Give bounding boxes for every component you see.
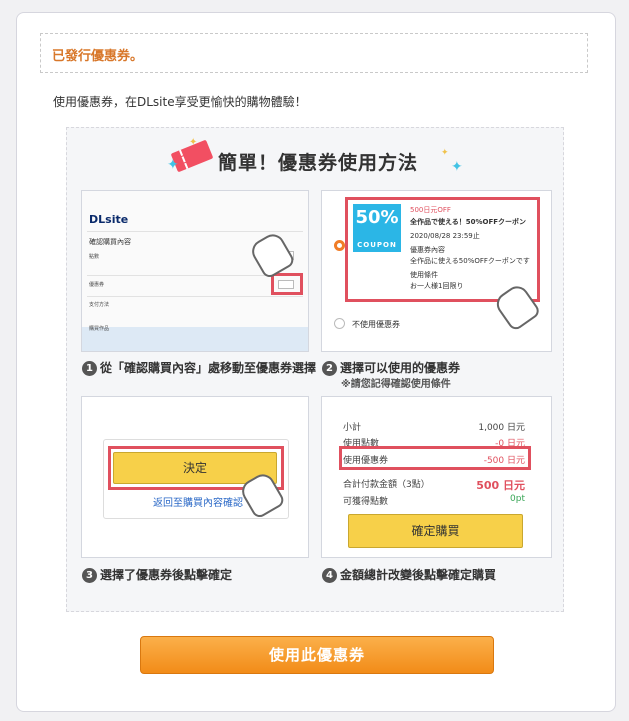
coupon-discount: 500日元OFF	[410, 206, 451, 214]
sparkle-icon: ✦	[167, 157, 179, 173]
mini-section-title: 確認購買內容	[89, 238, 131, 246]
coupon-content: 全作品に使える50%OFFクーポンです	[410, 257, 530, 265]
coupon-radio-selected	[334, 240, 345, 251]
summary-row: 可獲得點數 0pt	[343, 494, 525, 507]
dlsite-logo: DLsite	[89, 213, 129, 226]
summary-row: 小計 1,000 日元	[343, 423, 525, 433]
coupon-badge: 50% COUPON	[353, 204, 401, 252]
no-coupon-radio	[334, 318, 345, 329]
mini-back-link: 返回至購買內容確認	[153, 498, 243, 509]
mini-confirm-button: 確定購買	[348, 514, 523, 548]
notice-text: 已發行優惠券。	[52, 49, 144, 64]
mini-row-label: 支付方法	[89, 302, 110, 308]
summary-row: 合計付款金額（3點） 500 日元	[343, 479, 525, 492]
step1-label: 1 從「確認購買內容」處移動至優惠券選擇	[82, 359, 316, 376]
step4-label: 4 金額總計改變後點擊確定購買	[322, 566, 496, 583]
sparkle-icon: ✦	[441, 148, 449, 158]
coupon-content-label: 優惠券內容	[410, 246, 445, 254]
coupon-expiry: 2020/08/28 23:59止	[410, 232, 480, 240]
mini-row-label: 點數	[89, 254, 100, 260]
coupon-title: 全作品で使える！50%OFFクーポン	[410, 218, 527, 226]
step2-note: ※請您記得確認使用條件	[341, 379, 451, 390]
mini-footer-label: 購買作品	[89, 326, 110, 332]
coupon-condition-label: 使用條件	[410, 271, 438, 279]
step2-label: 2 選擇可以使用的優惠券	[322, 359, 460, 376]
highlight-box	[271, 273, 303, 295]
intro-text: 使用優惠券，在DLsite享受更愉快的購物體驗！	[53, 95, 307, 109]
coupon-issued-notice: 已發行優惠券。	[40, 33, 588, 73]
mini-row-label: 優惠券	[89, 282, 105, 288]
summary-row: 使用優惠券 -500 日元	[343, 456, 525, 466]
use-coupon-button[interactable]: 使用此優惠券	[140, 636, 494, 674]
no-coupon-label: 不使用優惠券	[352, 320, 400, 329]
guide-title: 簡單！優惠券使用方法	[218, 152, 419, 174]
coupon-condition: お一人様1回限り	[410, 282, 464, 290]
sparkle-icon: ✦	[189, 137, 198, 148]
step3-label: 3 選擇了優惠券後點擊確定	[82, 566, 232, 583]
sparkle-icon: ✦	[451, 159, 463, 175]
